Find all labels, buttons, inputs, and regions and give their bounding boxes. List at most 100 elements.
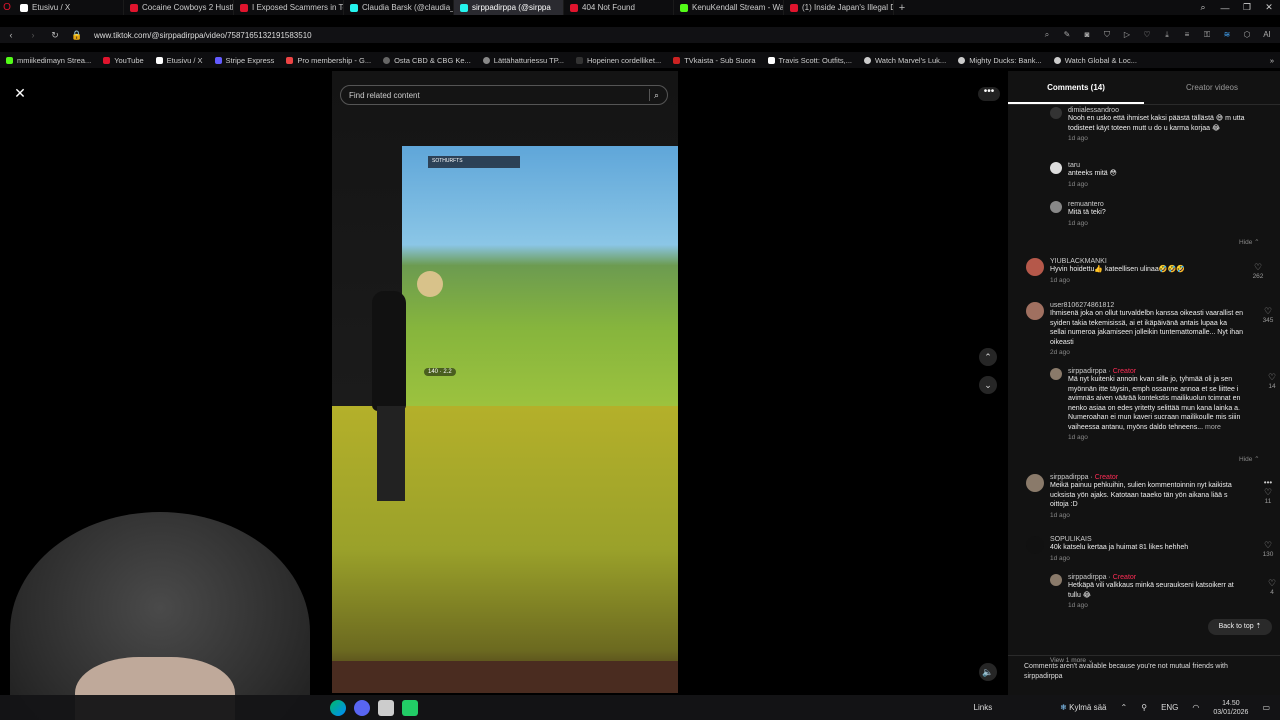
comment-username[interactable]: user8106274861812 [1050, 302, 1244, 309]
wifi-icon[interactable]: ◠ [1192, 703, 1199, 712]
avatar[interactable] [1050, 162, 1062, 174]
bookmark-6[interactable]: Lättähatturiessu TP... [477, 56, 570, 65]
play-icon[interactable]: ▷ [1122, 30, 1132, 40]
url-field[interactable]: www.tiktok.com/@sirppadirppa/video/75871… [94, 31, 1042, 40]
comment-username[interactable]: remuantero [1068, 201, 1252, 208]
tab-3[interactable]: Claudia Barsk (@claudia_ [344, 0, 454, 15]
network-icon[interactable]: ⚲ [1141, 703, 1147, 712]
comment-time: 2d ago [1050, 349, 1070, 356]
comment-username[interactable]: sirppadirppa · Creator [1068, 574, 1246, 581]
bookmark-1[interactable]: YouTube [97, 56, 149, 65]
like-button[interactable]: ♡ 4 [1262, 578, 1280, 596]
comment-username[interactable]: SOPULIKAIS [1050, 536, 1244, 543]
bookmark-3[interactable]: Stripe Express [209, 56, 281, 65]
bookmark-2[interactable]: Etusivu / X [150, 56, 209, 65]
edge-icon[interactable] [330, 699, 346, 716]
more-link[interactable]: more [1205, 424, 1221, 431]
bookmark-9[interactable]: Travis Scott: Outfits,... [762, 56, 859, 65]
tab-5[interactable]: 404 Not Found [564, 0, 674, 15]
zoom-icon[interactable]: ⌕ [1042, 30, 1052, 40]
back-button[interactable]: ‹ [0, 30, 22, 40]
volume-icon[interactable]: 🔈 [979, 663, 997, 681]
avatar[interactable] [1026, 302, 1044, 320]
chevron-up-icon[interactable]: ⌃ [979, 348, 997, 366]
avatar[interactable] [1050, 201, 1062, 213]
bookmark-11[interactable]: Mighty Ducks: Bank... [952, 56, 1048, 65]
tab-creator-videos[interactable]: Creator videos [1144, 71, 1280, 104]
search-tabs-icon[interactable]: ⌕ [1192, 2, 1214, 13]
vpn-icon[interactable]: ≋ [1222, 30, 1232, 40]
comment-text: Mä nyt kuitenki annoin kvan sille jo, ty… [1068, 376, 1241, 431]
heart-icon[interactable]: ♡ [1142, 30, 1152, 40]
extension-icon[interactable]: ⚿ [1202, 30, 1212, 40]
bookmark-10[interactable]: Watch Marvel's Luk... [858, 56, 952, 65]
like-button[interactable]: ♡ 345 [1258, 306, 1278, 324]
related-search[interactable]: Find related content ⌕ [340, 85, 668, 105]
like-button[interactable]: ♡ 14 [1262, 372, 1280, 390]
camera-icon[interactable]: ◙ [1082, 30, 1092, 40]
bookmark-12[interactable]: Watch Global & Loc... [1048, 56, 1143, 65]
maximize-button[interactable]: ❐ [1236, 2, 1258, 13]
golf-simulator-screen: SOTHURFTS 140 · 2.2 [402, 146, 678, 406]
bookmark-4[interactable]: Pro membership - G... [280, 56, 377, 65]
tab-4-active[interactable]: sirppadirppa (@sirppa [454, 0, 564, 15]
bookmark-7[interactable]: Hopeinen cordelliket... [570, 56, 667, 65]
more-options-icon[interactable]: ••• [1258, 478, 1278, 487]
tab-2[interactable]: I Exposed Scammers in To [234, 0, 344, 15]
search-input[interactable]: Find related content [349, 91, 420, 100]
close-window-button[interactable]: ✕ [1258, 2, 1280, 13]
chevron-down-icon[interactable]: ⌄ [979, 376, 997, 394]
language-indicator[interactable]: ENG [1161, 703, 1178, 712]
minimize-button[interactable]: — [1214, 3, 1236, 13]
avatar[interactable] [1026, 258, 1044, 276]
like-button[interactable]: ♡ 130 [1258, 540, 1278, 558]
notification-icon[interactable]: ▭ [1262, 703, 1270, 712]
avatar[interactable] [1026, 536, 1044, 554]
bookmark-8[interactable]: TVkaista - Sub Suora [667, 56, 761, 65]
close-icon[interactable]: ✕ [12, 85, 28, 101]
reload-button[interactable]: ↻ [44, 30, 66, 41]
comment-username[interactable]: sirppadirppa · Creator [1068, 368, 1246, 375]
creator-badge: Creator [1094, 474, 1119, 481]
new-tab-button[interactable]: + [894, 2, 910, 14]
avatar[interactable] [1026, 474, 1044, 492]
tab-1[interactable]: Cocaine Cowboys 2 Hustl [124, 0, 234, 15]
comment-username[interactable]: YIUBLACKMANKI [1050, 258, 1234, 265]
search-icon[interactable]: ⌕ [649, 89, 661, 101]
tab-6[interactable]: KenuKendall Stream - Wa [674, 0, 784, 15]
like-button[interactable]: ••• ♡ 11 [1258, 478, 1278, 505]
avatar[interactable] [1050, 574, 1062, 586]
weather-widget[interactable]: ❄ Kylmä sää [1060, 703, 1106, 712]
links-toolbar[interactable]: Links [974, 703, 993, 712]
hide-replies-link[interactable]: Hide ⌃ [1239, 238, 1260, 246]
avatar[interactable] [1050, 107, 1062, 119]
like-button[interactable]: ♡ 262 [1248, 262, 1268, 280]
streaming-app-icon[interactable] [402, 699, 418, 716]
chevron-up-icon[interactable]: ⌃ [1121, 703, 1128, 712]
ai-icon[interactable]: AI [1262, 30, 1272, 40]
download-icon[interactable]: ⤓ [1162, 30, 1172, 40]
opera-logo-icon[interactable]: O [0, 2, 14, 13]
cube-icon[interactable]: ⬡ [1242, 30, 1252, 40]
bookmark-5[interactable]: Osta CBD & CBG Ke... [377, 56, 477, 65]
menu-icon[interactable]: ≡ [1182, 30, 1192, 40]
shield-icon[interactable]: ⛉ [1102, 30, 1112, 40]
video-player[interactable]: SOTHURFTS 140 · 2.2 [332, 71, 678, 693]
system-clock[interactable]: 14.50 03/01/2026 [1213, 699, 1248, 717]
edit-icon[interactable]: ✎ [1062, 30, 1072, 40]
more-options-icon[interactable]: ••• [978, 87, 1000, 101]
back-to-top-button[interactable]: Back to top ⇡ [1208, 619, 1272, 635]
comment-username[interactable]: taru [1068, 162, 1252, 169]
tab-0[interactable]: Etusivu / X [14, 0, 124, 15]
bookmarks-overflow-icon[interactable]: » [1264, 56, 1280, 65]
avatar[interactable] [1050, 368, 1062, 380]
app-icon[interactable] [378, 699, 394, 716]
discord-icon[interactable] [354, 699, 370, 716]
hide-replies-link[interactable]: Hide ⌃ [1239, 455, 1260, 463]
comment-username[interactable]: sirppadirppa · Creator [1050, 474, 1244, 481]
forward-button[interactable]: › [22, 30, 44, 40]
tab-comments[interactable]: Comments (14) [1008, 71, 1144, 104]
comment-username[interactable]: dimialessandroo [1068, 107, 1252, 114]
tab-7[interactable]: (1) Inside Japan's Illegal D [784, 0, 894, 15]
bookmark-0[interactable]: mmiikedimayn Strea... [0, 56, 97, 65]
